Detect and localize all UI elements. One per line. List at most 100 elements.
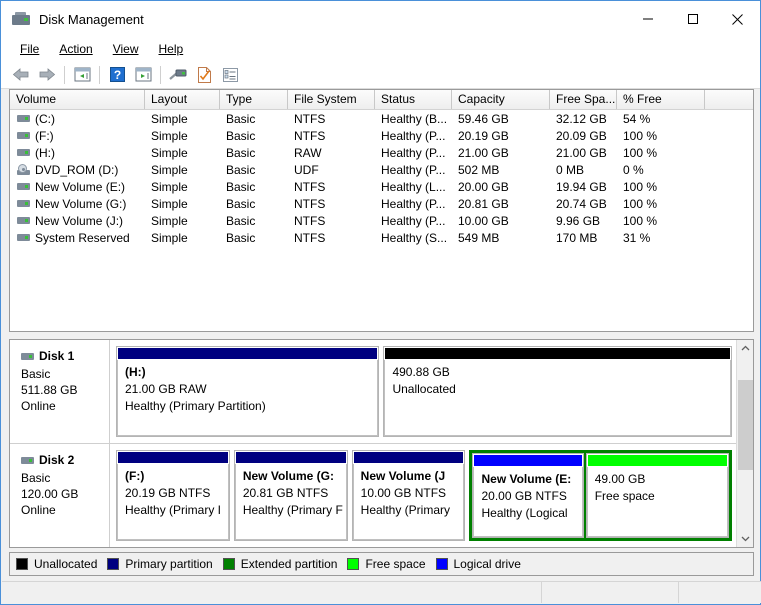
minimize-button[interactable] [625, 1, 670, 37]
legend-label: Unallocated [34, 557, 98, 571]
partition-line-3: Healthy (Primary Partition) [125, 399, 266, 413]
column-header-volume[interactable]: Volume [10, 90, 145, 109]
volume-cell: (C:) [10, 112, 145, 126]
extended-partition-container[interactable]: New Volume (E: 20.00 GB NTFS Healthy (Logi… [469, 450, 733, 541]
disk-graphical-view[interactable]: Disk 1 Basic 511.88 GB Online (H:) 21.00 GB R… [9, 339, 754, 548]
status-right [679, 582, 761, 603]
free-space-cell: 32.12 GB [556, 111, 607, 126]
status-cell: Healthy (S... [381, 230, 448, 245]
disk-partitions: (F:) 20.19 GB NTFS Healthy (Primary I New V… [110, 444, 736, 547]
scrollbar-thumb[interactable] [738, 380, 753, 470]
status-cell: Healthy (P... [381, 196, 446, 211]
partition-primary[interactable]: (F:) 20.19 GB NTFS Healthy (Primary I [116, 450, 230, 541]
table-row[interactable]: (F:) Simple Basic NTFS Healthy (P... 20.19 GB… [10, 127, 753, 144]
file-system-cell: NTFS [294, 230, 326, 245]
table-row[interactable]: New Volume (E:) Simple Basic NTFS Healthy (L… [10, 178, 753, 195]
show-hide-console-tree-icon[interactable] [69, 63, 95, 86]
partition-details: (F:) 20.19 GB NTFS Healthy (Primary I [117, 464, 229, 540]
maximize-button[interactable] [670, 1, 715, 37]
column-header-free[interactable]: % Free [617, 90, 705, 109]
percent-free-cell: 31 % [623, 230, 651, 245]
partition-primary[interactable]: (H:) 21.00 GB RAW Healthy (Primary Partiti… [116, 346, 380, 437]
menu-file[interactable]: File [10, 39, 49, 59]
disk-view-scrollbar[interactable] [736, 340, 753, 547]
file-system-cell: UDF [294, 162, 319, 177]
partition-primary[interactable]: New Volume (G: 20.81 GB NTFS Healthy (Prim… [233, 450, 348, 541]
capacity-cell: 10.00 GB [458, 213, 509, 228]
legend-item: Unallocated [16, 557, 97, 571]
table-row[interactable]: (H:) Simple Basic RAW Healthy (P... 21.00 GB 2… [10, 144, 753, 161]
type-cell: Basic [226, 196, 256, 211]
hard-drive-icon [17, 216, 30, 225]
disk-row-2[interactable]: Disk 2 Basic 120.00 GB Online (F:) 20.19 GB N… [10, 444, 736, 547]
column-header-file-system[interactable]: File System [288, 90, 375, 109]
hard-drive-icon [17, 233, 30, 242]
hard-drive-icon [17, 148, 30, 157]
menu-view[interactable]: View [103, 39, 149, 59]
column-header-layout[interactable]: Layout [145, 90, 220, 109]
table-row[interactable]: (C:) Simple Basic NTFS Healthy (B... 59.46 GB… [10, 110, 753, 127]
percent-free-cell: 100 % [623, 145, 658, 160]
rescan-disks-icon[interactable] [165, 63, 191, 86]
partition-color-bar [586, 454, 729, 467]
volume-label: System Reserved [35, 230, 130, 245]
type-cell: Basic [226, 230, 256, 245]
volume-label: New Volume (G:) [35, 196, 127, 211]
partition-logical[interactable]: New Volume (E: 20.00 GB NTFS Healthy (Logi… [472, 453, 584, 538]
legend-item: Logical drive [435, 557, 521, 571]
close-button[interactable] [715, 1, 760, 37]
partition-title: (H:) [125, 365, 146, 379]
partition-unallocated[interactable]: 490.88 GB Unallocated [383, 346, 732, 437]
table-row[interactable]: New Volume (J:) Simple Basic NTFS Healthy (P… [10, 212, 753, 229]
status-cell: Healthy (P... [381, 145, 446, 160]
menu-help[interactable]: Help [149, 39, 194, 59]
volume-list-rows[interactable]: (C:) Simple Basic NTFS Healthy (B... 59.46 GB… [10, 110, 753, 246]
percent-free-cell: 100 % [623, 196, 658, 211]
type-cell: Basic [226, 128, 256, 143]
column-header-free-spa[interactable]: Free Spa... [550, 90, 617, 109]
help-icon[interactable]: ? [104, 63, 130, 86]
capacity-cell: 20.19 GB [458, 128, 509, 143]
disk-name-row: Disk 2 [21, 453, 109, 467]
table-row[interactable]: New Volume (G:) Simple Basic NTFS Healthy (P… [10, 195, 753, 212]
file-system-cell: NTFS [294, 196, 326, 211]
free-space-cell: 9.96 GB [556, 213, 601, 228]
disk-info-panel[interactable]: Disk 2 Basic 120.00 GB Online [10, 444, 110, 547]
menu-action-label: Action [59, 42, 93, 56]
legend-swatch [347, 558, 360, 570]
disk-row-1[interactable]: Disk 1 Basic 511.88 GB Online (H:) 21.00 GB R… [10, 340, 736, 444]
column-header-type[interactable]: Type [220, 90, 288, 109]
disk-info-panel[interactable]: Disk 1 Basic 511.88 GB Online [10, 340, 110, 443]
details-icon[interactable] [217, 63, 243, 86]
column-header-status[interactable]: Status [375, 90, 452, 109]
partition-primary[interactable]: New Volume (J 10.00 GB NTFS Healthy (Prima… [351, 450, 466, 541]
hard-drive-icon [17, 182, 30, 191]
partition-free[interactable]: 49.00 GB Free space [585, 453, 730, 538]
disk-state: Online [21, 503, 56, 517]
partition-color-bar [117, 347, 379, 360]
volume-cell: (F:) [10, 129, 145, 143]
percent-free-cell: 100 % [623, 213, 658, 228]
column-header-capacity[interactable]: Capacity [452, 90, 550, 109]
scroll-up-button[interactable] [737, 340, 753, 357]
layout-cell: Simple [151, 179, 188, 194]
table-row[interactable]: DVD_ROM (D:) Simple Basic UDF Healthy (P... 5… [10, 161, 753, 178]
window-controls [625, 1, 760, 37]
partition-line-2: 49.00 GB [594, 472, 646, 486]
properties-icon[interactable] [191, 63, 217, 86]
menu-action[interactable]: Action [49, 39, 102, 59]
file-system-cell: RAW [294, 145, 322, 160]
legend-label: Primary partition [125, 557, 213, 571]
free-space-cell: 170 MB [556, 230, 598, 245]
show-hide-action-pane-icon[interactable] [130, 63, 156, 86]
percent-free-cell: 54 % [623, 111, 651, 126]
layout-cell: Simple [151, 145, 188, 160]
forward-arrow-icon[interactable] [34, 63, 60, 86]
volume-list[interactable]: Volume Layout Type File System Status Capacit… [9, 89, 754, 332]
toolbar-separator [99, 65, 100, 84]
scroll-down-button[interactable] [737, 530, 753, 547]
partition-title: (F:) [125, 469, 145, 483]
table-row[interactable]: System Reserved Simple Basic NTFS Healthy (S… [10, 229, 753, 246]
back-arrow-icon[interactable] [8, 63, 34, 86]
partition-line-3: Healthy (Primary I [125, 503, 222, 517]
